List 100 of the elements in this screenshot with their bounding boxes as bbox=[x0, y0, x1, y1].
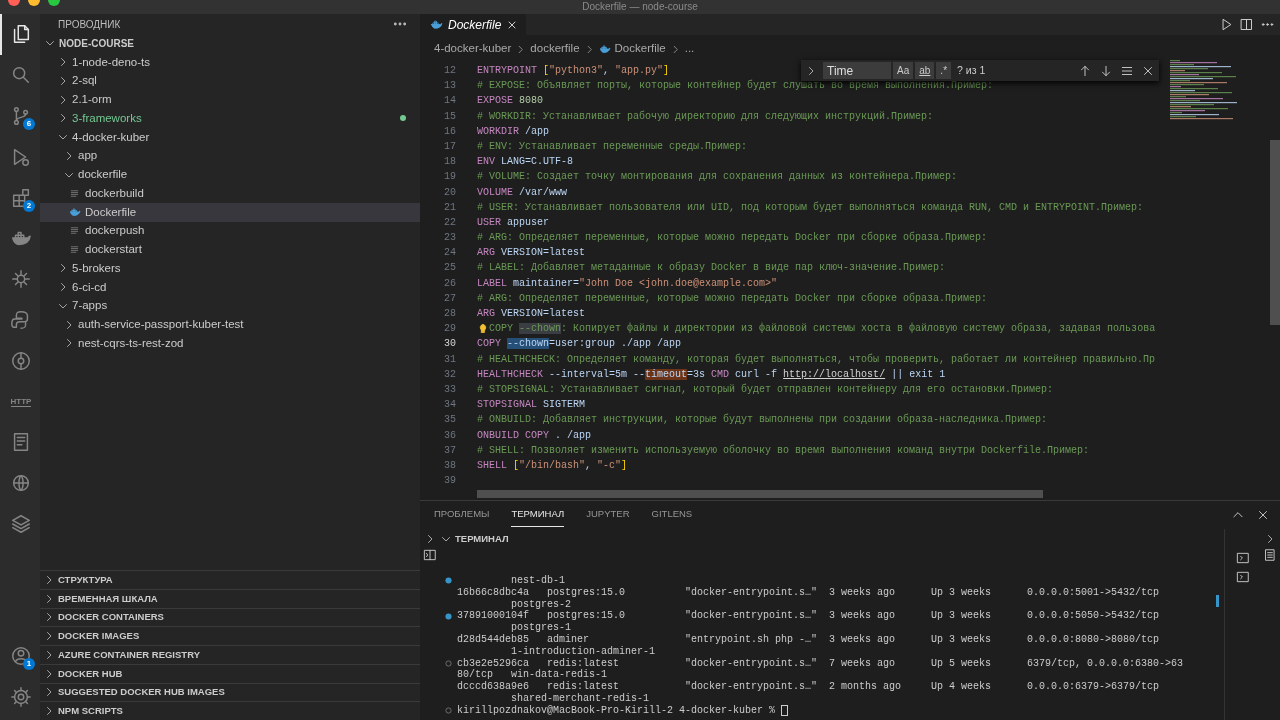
code-line: ENV LANG=C.UTF-8 bbox=[477, 155, 574, 170]
tree-item[interactable]: 5-brokers bbox=[40, 259, 420, 278]
tree-item[interactable]: dockerpush bbox=[40, 221, 420, 241]
breadcrumb-item[interactable]: dockerfile bbox=[530, 40, 580, 58]
terminal-line: 80/tcp win-data-redis-1 bbox=[457, 669, 608, 681]
split-editor-icon[interactable] bbox=[1239, 17, 1254, 32]
scrollbar-thumb[interactable] bbox=[1270, 140, 1280, 325]
terminal-line: 37891000104f postgres:15.0 "docker-entrypoint.s…" 3 weeks ago Up 3 weeks 0.0.0.0:5050->5432/tcp bbox=[457, 610, 1160, 623]
line-number: 33 bbox=[443, 382, 457, 397]
editor-tab[interactable]: Dockerfile bbox=[420, 14, 527, 35]
line-number: 15 bbox=[443, 109, 457, 124]
line-number: 31 bbox=[443, 352, 457, 367]
line-number: 18 bbox=[443, 155, 457, 170]
command-decoration[interactable] bbox=[445, 577, 452, 585]
section-header[interactable]: СТРУКТУРА bbox=[40, 570, 420, 589]
tree-item[interactable]: NODE-COURSE bbox=[40, 34, 420, 53]
code-line: ONBUILD COPY . /app bbox=[477, 428, 592, 443]
tree-item[interactable]: dockerstart bbox=[40, 240, 420, 259]
tree-item[interactable]: 2.1-orm bbox=[40, 90, 420, 109]
scrollbar-thumb[interactable] bbox=[477, 490, 1043, 498]
terminal-line: kirillpozdnakov@MacBook-Pro-Kirill-2 4-docker-kuber % bbox=[457, 704, 776, 717]
tree-item[interactable]: dockerbuild bbox=[40, 184, 420, 203]
whale-icon bbox=[598, 43, 611, 55]
line-number: 25 bbox=[443, 261, 457, 276]
section-header[interactable]: AZURE CONTAINER REGISTRY bbox=[40, 645, 420, 664]
close-icon[interactable] bbox=[1256, 508, 1270, 522]
previous-match-icon[interactable] bbox=[1078, 63, 1092, 78]
find-field[interactable]: Time bbox=[823, 62, 891, 79]
breadcrumb-item[interactable]: 4-docker-kuber bbox=[434, 40, 512, 58]
window-title: Dockerfile — node-course bbox=[582, 1, 698, 12]
command-decoration[interactable] bbox=[445, 612, 452, 620]
line-number: 12 bbox=[443, 64, 457, 78]
terminal-line: 1-introduction-adminer-1 bbox=[510, 645, 656, 658]
breadcrumb-item[interactable]: ... bbox=[684, 40, 695, 58]
code-line: # USER: Устанавливает пользователя или UID, под которым будет выполняться команда RUN, CMD и ENTRYPOINT.Пример: bbox=[477, 200, 1144, 215]
tree-item[interactable]: app bbox=[40, 146, 420, 166]
code-line: # ARG: Определяет переменные, которые можно передать Docker при сборке образа.Пример: bbox=[477, 291, 988, 306]
panel-tab[interactable]: GITLENS bbox=[651, 503, 693, 527]
code-line: VOLUME /var/www bbox=[477, 185, 568, 200]
line-number: 30 bbox=[443, 337, 457, 352]
split-terminal-icon[interactable] bbox=[423, 548, 437, 562]
terminal-icon[interactable] bbox=[1235, 570, 1250, 584]
line-number: 13 bbox=[443, 79, 457, 94]
tree-item[interactable]: auth-service-passport-kuber-test bbox=[40, 315, 420, 334]
tree-item[interactable]: 3-frameworks bbox=[40, 109, 420, 128]
tree-item[interactable]: nest-cqrs-ts-rest-zod bbox=[40, 334, 420, 353]
toggle-button[interactable]: .* bbox=[936, 62, 952, 79]
section-header[interactable]: NPM SCRIPTS bbox=[40, 701, 420, 720]
breadcrumb-item[interactable]: Dockerfile bbox=[614, 40, 666, 58]
code-line: ARG VERSION=latest bbox=[477, 307, 586, 321]
activity-button[interactable]: HTTP bbox=[10, 396, 32, 407]
section-header[interactable]: ВРЕМЕННАЯ ШКАЛА bbox=[40, 588, 420, 608]
tree-item[interactable]: 6-ci-cd bbox=[40, 277, 420, 297]
settings-icon[interactable] bbox=[10, 685, 32, 708]
code-line: USER appuser bbox=[477, 215, 550, 230]
layers-icon[interactable] bbox=[10, 512, 32, 535]
terminal-line: postgres-1 bbox=[510, 622, 572, 634]
line-number: 14 bbox=[443, 94, 457, 109]
code-line: # HEALTHCHECK: Определяет команду, которая будет выполняться, чтобы проверить, работает ли контейнер правильно.Пр bbox=[477, 352, 1156, 367]
wheel-icon[interactable] bbox=[10, 268, 32, 291]
terminal-line: shared-merchant-redis-1 bbox=[510, 692, 650, 705]
list-icon[interactable] bbox=[1263, 548, 1277, 562]
line-number: 21 bbox=[443, 200, 457, 215]
tree-item[interactable]: 1-node-deno-ts bbox=[40, 52, 420, 72]
tree-item[interactable]: Dockerfile bbox=[40, 202, 420, 222]
file-icon bbox=[69, 225, 80, 237]
extensions-icon[interactable] bbox=[10, 186, 32, 209]
toggle-button[interactable]: Aa bbox=[893, 62, 914, 79]
code-line: # LABEL: Добавляет метаданные к образу Docker в виде пар ключ-значение.Пример: bbox=[477, 261, 946, 276]
line-number: 39 bbox=[443, 474, 457, 489]
section-header[interactable]: DOCKER CONTAINERS bbox=[40, 607, 420, 627]
panel-tab[interactable]: ПРОБЛЕМЫ bbox=[434, 503, 490, 527]
toggle-button[interactable]: ab bbox=[915, 62, 935, 79]
code-line: # ENV: Устанавливает переменные среды.Пример: bbox=[477, 139, 748, 154]
code-line: LABEL maintainer="John Doe <john.doe@example.com>" bbox=[477, 276, 778, 291]
line-number: 20 bbox=[443, 185, 457, 200]
line-number: 19 bbox=[443, 170, 457, 185]
code-line: EXPOSE 8080 bbox=[477, 94, 544, 109]
scrollbar-thumb[interactable] bbox=[1216, 595, 1219, 607]
panel-tab[interactable]: JUPYTER bbox=[586, 503, 630, 527]
tree-item[interactable]: 7-apps bbox=[40, 296, 420, 316]
terminal-icon[interactable] bbox=[1235, 551, 1250, 565]
whale-icon bbox=[69, 206, 81, 219]
section-title: ТЕРМИНАЛ bbox=[455, 531, 509, 546]
account-icon[interactable] bbox=[10, 645, 32, 668]
terminal-cursor bbox=[781, 705, 789, 717]
section-header[interactable]: SUGGESTED DOCKER HUB IMAGES bbox=[40, 682, 420, 702]
tree-item[interactable]: 4-docker-kuber bbox=[40, 127, 420, 147]
next-match-icon[interactable] bbox=[1099, 63, 1113, 78]
line-number: 28 bbox=[443, 307, 457, 321]
tree-item[interactable]: 2-sql bbox=[40, 71, 420, 91]
code-line: STOPSIGNAL SIGTERM bbox=[477, 398, 586, 413]
tree-item[interactable]: dockerfile bbox=[40, 165, 420, 184]
badge-count: 6 bbox=[23, 118, 35, 131]
section-header[interactable]: DOCKER IMAGES bbox=[40, 626, 420, 645]
section-header[interactable]: DOCKER HUB bbox=[40, 663, 420, 683]
line-number: 27 bbox=[443, 291, 457, 306]
lightbulb-icon[interactable] bbox=[477, 322, 489, 335]
line-number: 38 bbox=[443, 458, 457, 473]
panel-tab[interactable]: ТЕРМИНАЛ bbox=[511, 503, 565, 527]
